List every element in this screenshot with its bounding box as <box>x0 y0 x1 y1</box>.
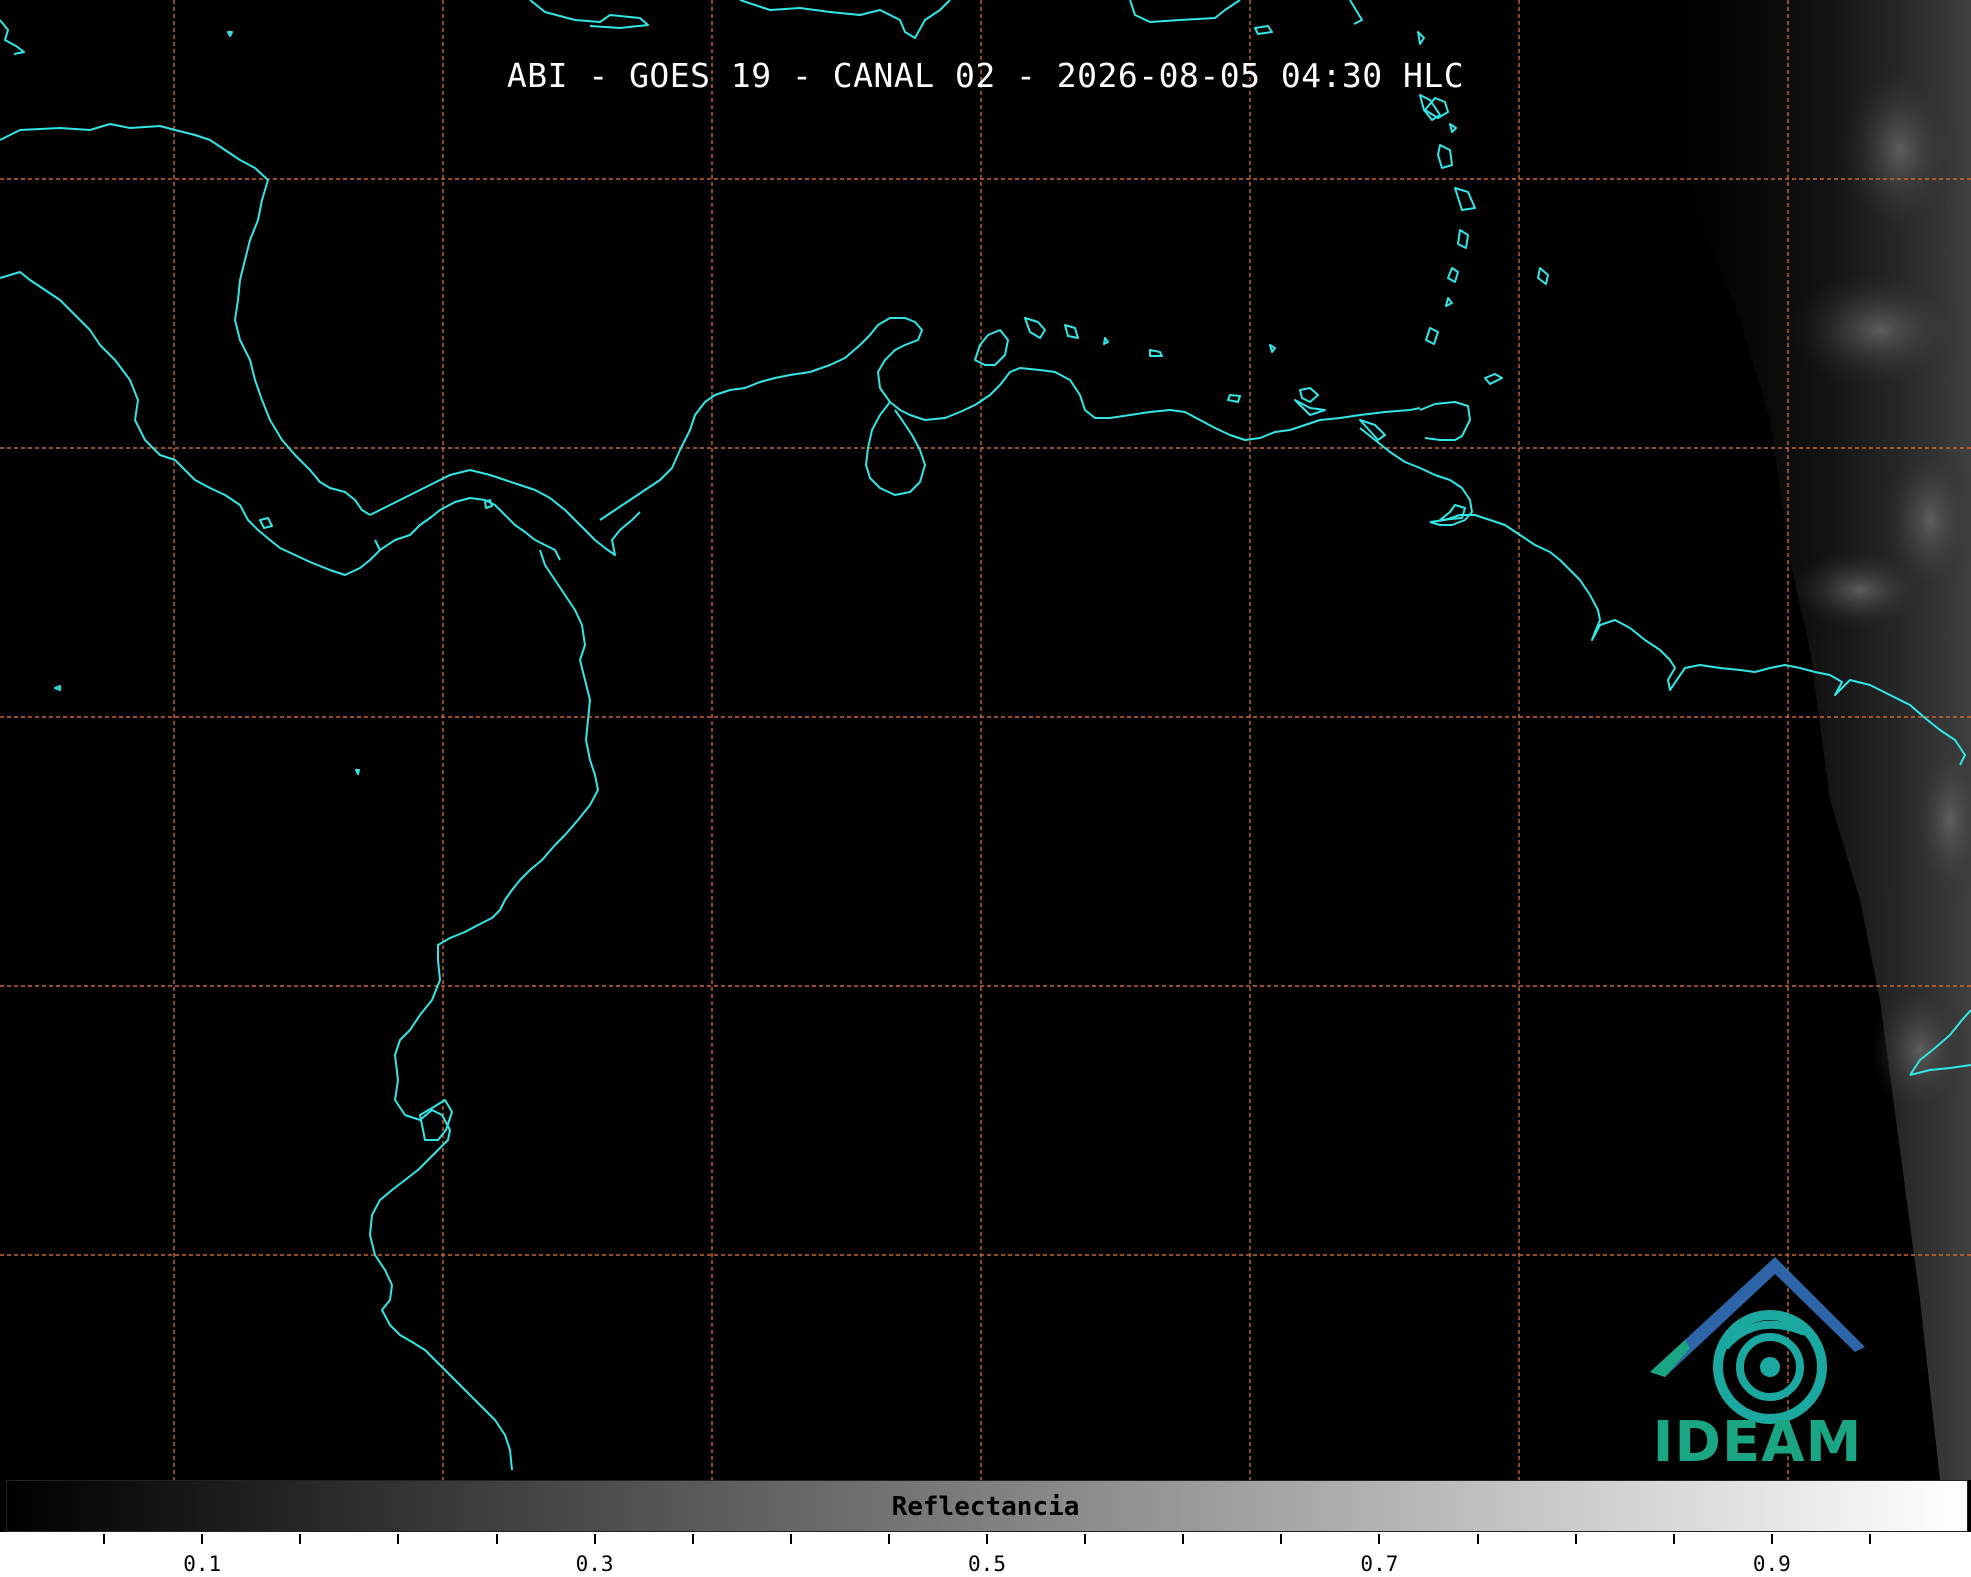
colorbar-tick <box>789 1534 792 1544</box>
colorbar-tick-label: 0.7 <box>1360 1552 1399 1576</box>
colorbar-tick-label: 0.1 <box>183 1552 222 1576</box>
colorbar-tick-label: 0.5 <box>968 1552 1006 1576</box>
colorbar-tick <box>397 1534 400 1544</box>
satellite-map <box>0 0 1971 1480</box>
logo-text: IDEAM <box>1652 1410 1863 1475</box>
colorbar-label: Reflectancia <box>891 1492 1080 1522</box>
colorbar-tick <box>1182 1534 1185 1544</box>
colorbar-tick <box>1770 1534 1773 1544</box>
colorbar-tick <box>495 1534 498 1544</box>
colorbar-tick <box>1280 1534 1283 1544</box>
colorbar-tick <box>593 1534 596 1544</box>
map-background <box>0 0 1971 1480</box>
colorbar-tick <box>1574 1534 1577 1544</box>
colorbar-tick <box>103 1534 106 1544</box>
colorbar-tick <box>201 1534 204 1544</box>
colorbar-tick <box>986 1534 988 1544</box>
colorbar-tick <box>1868 1534 1871 1544</box>
colorbar-tick-label: 0.9 <box>1752 1552 1791 1576</box>
map-title: ABI - GOES 19 - CANAL 02 - 2026-08-05 04… <box>506 56 1465 95</box>
colorbar-tick <box>887 1534 890 1544</box>
colorbar-tick <box>1378 1534 1381 1544</box>
colorbar-tick <box>691 1534 694 1544</box>
colorbar-tick <box>299 1534 302 1544</box>
colorbar-tick <box>1476 1534 1479 1544</box>
colorbar-tick <box>1084 1534 1087 1544</box>
colorbar-tick-label: 0.3 <box>575 1552 614 1576</box>
colorbar-tick <box>1672 1534 1675 1544</box>
